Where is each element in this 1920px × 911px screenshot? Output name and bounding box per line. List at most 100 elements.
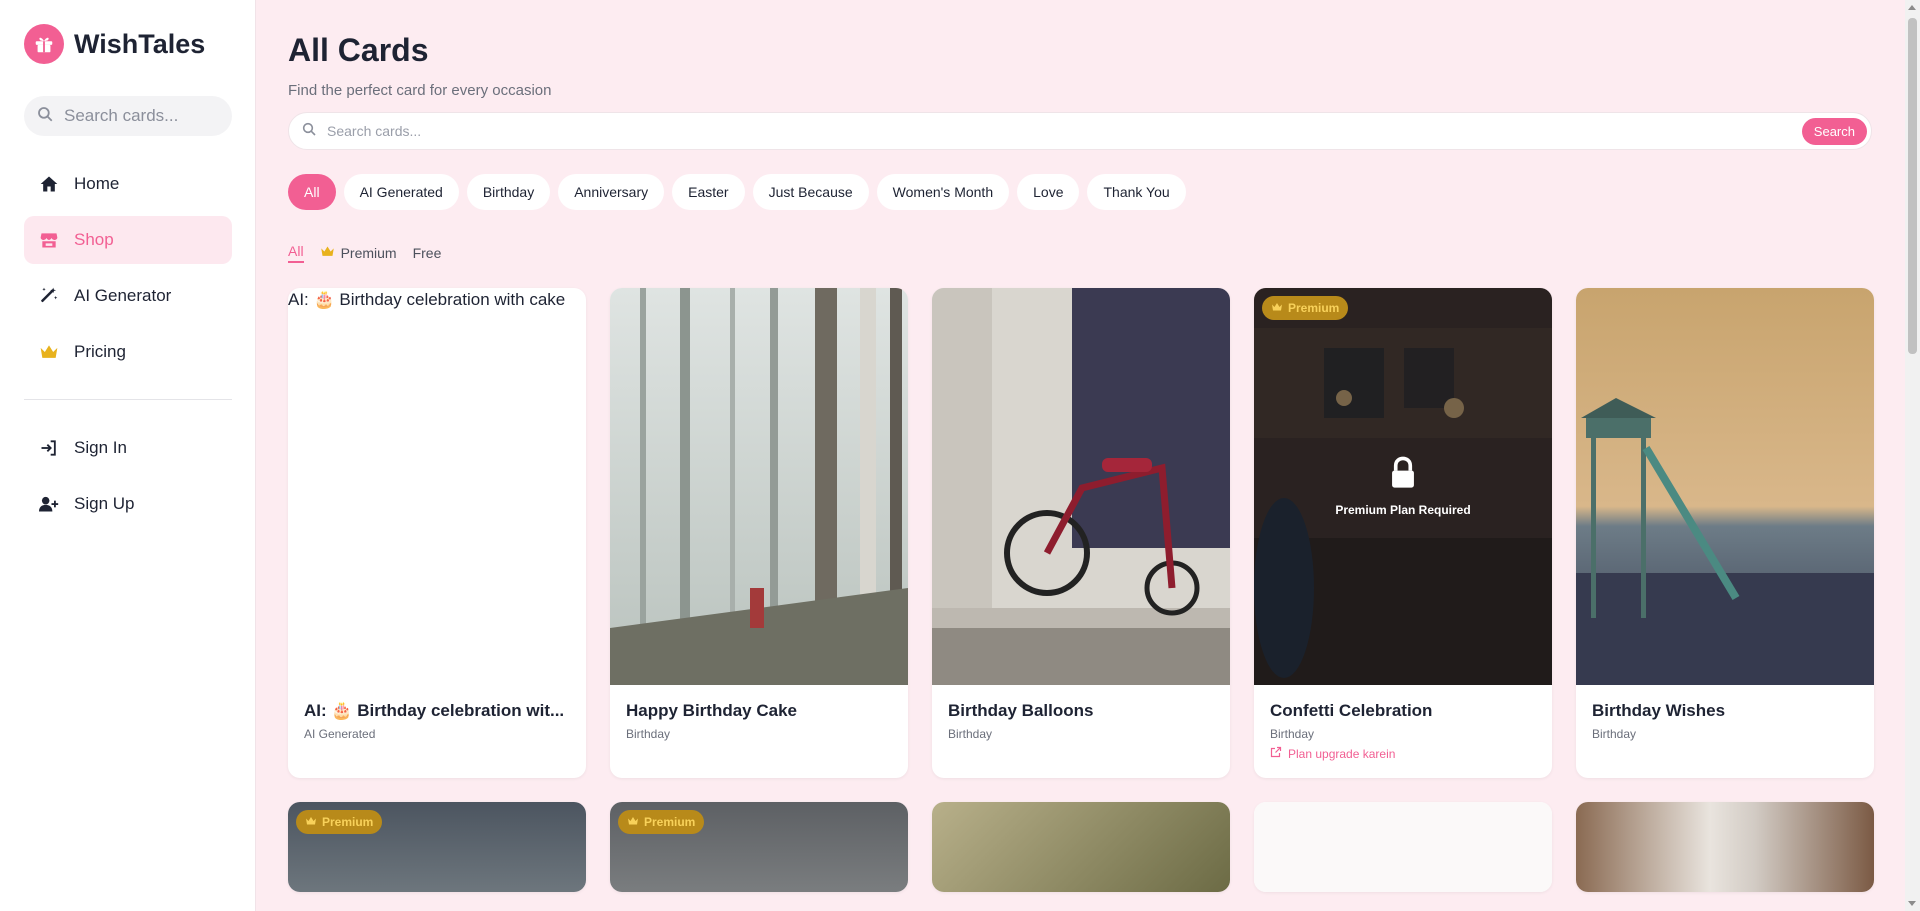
scroll-up-arrow-icon[interactable] (1908, 5, 1916, 10)
page-subtitle: Find the perfect card for every occasion (288, 82, 552, 99)
category-chip-just-because[interactable]: Just Because (752, 174, 869, 210)
search-icon (36, 105, 54, 128)
nav-item-home[interactable]: Home (24, 160, 232, 208)
nav-label: Sign Up (74, 494, 135, 513)
card-image (932, 288, 1230, 685)
category-chip-love[interactable]: Love (1017, 174, 1080, 210)
brand-name: WishTales (74, 28, 206, 59)
card-category: Birthday (626, 727, 671, 741)
premium-badge-label: Premium (644, 815, 696, 829)
card-item[interactable] (1576, 802, 1874, 892)
home-icon (38, 173, 60, 195)
gift-icon (24, 24, 64, 64)
card-image (1254, 802, 1552, 892)
upgrade-plan-link[interactable]: Plan upgrade karein (1270, 746, 1395, 761)
premium-badge: Premium (1262, 296, 1349, 320)
upgrade-plan-label: Plan upgrade karein (1288, 746, 1396, 761)
category-chips: All AI Generated Birthday Anniversary Ea… (288, 174, 1186, 210)
nav-label: Home (74, 174, 120, 193)
card-item-premium[interactable]: Premium (610, 802, 908, 892)
nav-item-sign-in[interactable]: Sign In (24, 424, 232, 472)
category-chip-ai-generated[interactable]: AI Generated (343, 174, 459, 210)
category-chip-anniversary[interactable]: Anniversary (558, 174, 665, 210)
search-button[interactable]: Search (1801, 118, 1867, 145)
card-item[interactable] (932, 802, 1230, 892)
nav-item-pricing[interactable]: Pricing (24, 328, 232, 376)
crown-icon (1271, 301, 1283, 316)
card-grid-row-2: Premium Premium (288, 802, 1874, 892)
card-grid: AI: 🎂 Birthday celebration with cake AI:… (288, 288, 1874, 778)
auth-nav: Sign In Sign Up (24, 424, 232, 536)
page-scrollbar[interactable] (1905, 0, 1920, 911)
filter-tab-all[interactable]: All (288, 243, 304, 263)
scroll-down-arrow-icon[interactable] (1908, 901, 1916, 906)
external-link-icon (1270, 746, 1282, 761)
category-chip-all[interactable]: All (288, 174, 336, 210)
premium-badge-label: Premium (1288, 301, 1340, 315)
crown-icon (627, 815, 639, 830)
image-alt-text: AI: 🎂 Birthday celebration with cake (288, 290, 566, 309)
card-item[interactable]: Birthday Balloons Birthday (932, 288, 1230, 778)
brand[interactable]: WishTales (24, 24, 205, 64)
card-item[interactable]: Birthday Wishes Birthday (1576, 288, 1874, 778)
card-category: Birthday (948, 727, 993, 741)
sidebar-search-placeholder: Search cards... (64, 106, 179, 125)
card-item-premium[interactable]: Premium Plan Required Premium Confetti C… (1254, 288, 1552, 778)
crown-icon (320, 244, 335, 262)
store-icon (38, 229, 60, 251)
card-image (932, 802, 1230, 892)
card-title: Birthday Wishes (1592, 701, 1726, 720)
crown-icon (305, 815, 317, 830)
premium-badge: Premium (296, 810, 383, 834)
card-item[interactable]: Happy Birthday Cake Birthday (610, 288, 908, 778)
filter-tab-premium[interactable]: Premium (320, 244, 397, 262)
main-nav: Home Shop AI Generator Pricing (24, 160, 232, 384)
nav-label: AI Generator (74, 286, 172, 305)
nav-divider (24, 399, 232, 400)
crown-icon (38, 341, 60, 363)
page-title: All Cards (288, 32, 429, 68)
card-category: AI Generated (304, 727, 376, 741)
main-search-input[interactable] (327, 123, 1747, 139)
card-category: Birthday (1270, 727, 1315, 741)
card-item-premium[interactable]: Premium (288, 802, 586, 892)
category-chip-womens-month[interactable]: Women's Month (876, 174, 1010, 210)
category-chip-easter[interactable]: Easter (672, 174, 745, 210)
card-image (610, 288, 908, 685)
nav-item-ai-generator[interactable]: AI Generator (24, 272, 232, 320)
card-title: Confetti Celebration (1270, 701, 1433, 720)
magic-wand-icon (38, 285, 60, 307)
filter-tab-free[interactable]: Free (413, 245, 442, 261)
category-chip-birthday[interactable]: Birthday (466, 174, 551, 210)
card-image-broken: AI: 🎂 Birthday celebration with cake (288, 288, 586, 685)
category-chip-thank-you[interactable]: Thank You (1087, 174, 1186, 210)
premium-lock-overlay: Premium Plan Required (1254, 288, 1552, 685)
nav-item-shop[interactable]: Shop (24, 216, 232, 264)
main-search-bar: Search (288, 112, 1872, 150)
filter-tab-label: Premium (340, 245, 397, 261)
card-image (1576, 802, 1874, 892)
card-image (1576, 288, 1874, 685)
premium-badge: Premium (618, 810, 705, 834)
card-title: Happy Birthday Cake (626, 701, 797, 720)
card-image: Premium Plan Required (1254, 288, 1552, 685)
sidebar-search-input[interactable]: Search cards... (24, 96, 232, 136)
card-category: Birthday (1592, 727, 1637, 741)
card-title: AI: 🎂 Birthday celebration wit... (304, 701, 565, 720)
nav-label: Sign In (74, 438, 127, 457)
lock-icon (1388, 456, 1418, 495)
premium-badge-label: Premium (322, 815, 374, 829)
pricing-filter-tabs: All Premium Free (288, 243, 441, 263)
nav-label: Shop (74, 230, 114, 249)
card-item[interactable]: AI: 🎂 Birthday celebration with cake AI:… (288, 288, 586, 778)
card-title: Birthday Balloons (948, 701, 1094, 720)
nav-item-sign-up[interactable]: Sign Up (24, 480, 232, 528)
scroll-thumb[interactable] (1908, 18, 1917, 354)
user-plus-icon (38, 493, 60, 515)
lock-message: Premium Plan Required (1335, 503, 1471, 517)
card-item[interactable] (1254, 802, 1552, 892)
search-icon (301, 121, 317, 142)
nav-label: Pricing (74, 342, 126, 361)
sidebar: WishTales Search cards... Home Shop AI G… (0, 0, 256, 911)
sign-in-icon (38, 437, 60, 459)
